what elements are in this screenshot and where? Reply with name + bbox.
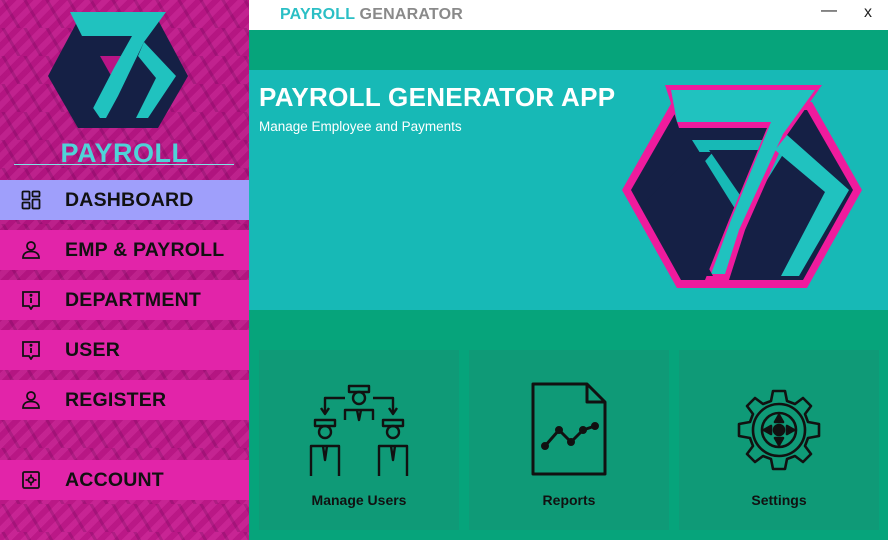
window-title-part1: PAYROLL — [280, 6, 355, 23]
sidebar-item-label: ACCOUNT — [65, 468, 164, 491]
manage-users-icon — [307, 380, 411, 480]
sidebar-item-account[interactable]: ACCOUNT — [0, 460, 249, 500]
title-bar: PAYROLL GENARATOR — x — [249, 0, 888, 30]
close-button[interactable]: x — [858, 4, 878, 22]
card-label: Manage Users — [311, 492, 407, 508]
report-chart-icon — [517, 380, 621, 480]
sidebar-item-label: DASHBOARD — [65, 188, 194, 211]
minimize-button[interactable]: — — [819, 2, 839, 20]
sidebar-item-emp-payroll[interactable]: EMP & PAYROLL — [0, 230, 249, 270]
sidebar: PAYROLL DASHBOARD EMP & PAYROLL DEPARTME… — [0, 0, 249, 540]
settings-gear-icon — [727, 380, 831, 480]
settings-card[interactable]: Settings — [679, 350, 879, 530]
sidebar-item-label: REGISTER — [65, 388, 167, 411]
sidebar-item-label: DEPARTMENT — [65, 288, 201, 311]
window-title-part2: GENARATOR — [354, 6, 463, 23]
window-title: PAYROLL GENARATOR — [280, 6, 463, 24]
sidebar-item-label: EMP & PAYROLL — [65, 238, 225, 261]
banner-subtitle: Manage Employee and Payments — [259, 119, 462, 134]
card-label: Settings — [751, 492, 807, 508]
sidebar-item-dashboard[interactable]: DASHBOARD — [0, 180, 249, 220]
info-icon — [21, 290, 41, 310]
person-icon — [21, 390, 41, 410]
dashboard-icon — [21, 190, 41, 210]
banner-title: PAYROLL GENERATOR APP — [259, 82, 616, 112]
gear-box-icon — [21, 470, 41, 490]
reports-card[interactable]: Reports — [469, 350, 669, 530]
info-icon — [21, 340, 41, 360]
person-icon — [21, 240, 41, 260]
welcome-banner: PAYROLL GENERATOR APP Manage Employee an… — [249, 70, 888, 310]
card-label: Reports — [542, 492, 596, 508]
manage-users-card[interactable]: Manage Users — [259, 350, 459, 530]
banner-logo — [617, 80, 867, 300]
app-logo — [48, 8, 188, 138]
brand-divider — [14, 164, 234, 165]
sidebar-item-label: USER — [65, 338, 120, 361]
sidebar-item-user[interactable]: USER — [0, 330, 249, 370]
sidebar-item-register[interactable]: REGISTER — [0, 380, 249, 420]
sidebar-item-department[interactable]: DEPARTMENT — [0, 280, 249, 320]
